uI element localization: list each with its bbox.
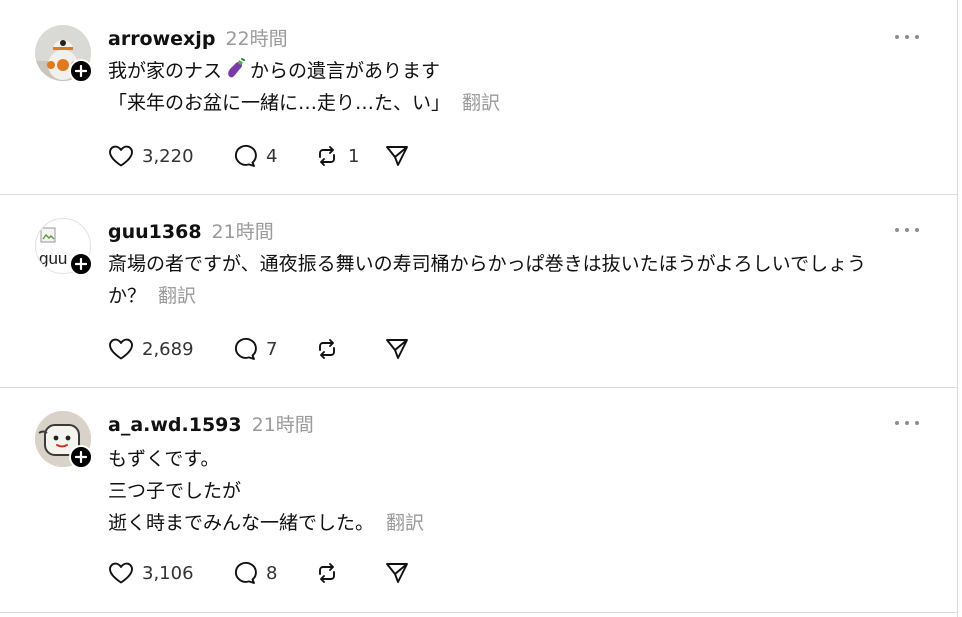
post-line: 斎場の者ですが、通夜振る舞いの寿司桶からかっぱ巻きは抜いたほうがよろしいでしょう <box>108 253 867 275</box>
more-options-button[interactable] <box>895 417 919 429</box>
follow-button[interactable] <box>69 59 93 83</box>
like-button[interactable]: 3,106 <box>108 561 232 585</box>
plus-icon <box>75 65 87 77</box>
reply-count: 7 <box>266 338 278 360</box>
more-dot <box>905 421 909 425</box>
repost-icon <box>319 146 335 166</box>
repost-icon <box>319 339 335 359</box>
repost-count: 1 <box>348 145 360 167</box>
repost-button[interactable]: 1 <box>314 144 384 168</box>
repost-button[interactable] <box>314 561 384 585</box>
action-bar: 3,220 4 1 <box>108 143 410 169</box>
post-line: 逝く時までみんな一緒でした。 翻訳 <box>108 507 424 539</box>
paper-plane-icon <box>386 146 408 166</box>
repost-button[interactable] <box>314 337 384 361</box>
avatar-container[interactable] <box>35 411 93 469</box>
like-count: 2,689 <box>142 338 194 360</box>
reply-button[interactable]: 8 <box>232 561 314 585</box>
username[interactable]: a_a.wd.1593 <box>108 414 242 436</box>
post-text: 我が家のナス からの遺言があります 「来年のお盆に一緒に…走り…た、い」 翻訳 <box>108 55 500 119</box>
like-button[interactable]: 3,220 <box>108 144 232 168</box>
broken-image-icon <box>40 227 56 243</box>
post-text: 斎場の者ですが、通夜振る舞いの寿司桶からかっぱ巻きは抜いたほうがよろしいでしょう… <box>108 248 866 312</box>
speech-bubble-icon <box>234 144 257 167</box>
post-header: arrowexjp 22時間 <box>108 24 288 51</box>
post-header: guu1368 21時間 <box>108 217 274 244</box>
more-horizontal-icon <box>895 421 899 425</box>
translate-link[interactable]: 翻訳 <box>158 285 196 307</box>
timestamp[interactable]: 21時間 <box>212 217 274 244</box>
speech-bubble-icon <box>234 561 257 584</box>
paper-plane-icon <box>386 339 408 359</box>
translate-link[interactable]: 翻訳 <box>462 92 500 114</box>
post-line-text: 我が家のナス <box>108 60 223 82</box>
reply-count: 4 <box>266 145 278 167</box>
post: a_a.wd.1593 21時間 もずくです。 三つ子でしたが 逝く時までみんな… <box>0 388 958 612</box>
eggplant-icon <box>228 58 246 78</box>
like-count: 3,220 <box>142 145 194 167</box>
like-button[interactable]: 2,689 <box>108 337 232 361</box>
timestamp[interactable]: 22時間 <box>225 24 287 51</box>
translate-link[interactable]: 翻訳 <box>386 512 424 534</box>
reply-button[interactable]: 7 <box>232 337 314 361</box>
paper-plane-icon <box>386 563 408 583</box>
more-dot <box>915 35 919 39</box>
more-options-button[interactable] <box>895 31 919 43</box>
more-dot <box>905 228 909 232</box>
share-button[interactable] <box>384 337 410 361</box>
heart-icon <box>109 338 133 360</box>
avatar-container[interactable] <box>35 25 93 83</box>
more-dot <box>915 228 919 232</box>
post: arrowexjp 22時間 我が家のナス からの遺言があります 「来年のお盆に一… <box>0 0 958 194</box>
repost-icon <box>319 563 335 583</box>
heart-icon <box>109 145 133 167</box>
post-text: もずくです。 三つ子でしたが 逝く時までみんな一緒でした。 翻訳 <box>108 443 424 539</box>
username[interactable]: guu1368 <box>108 221 202 243</box>
heart-icon <box>109 562 133 584</box>
timestamp[interactable]: 21時間 <box>252 410 314 437</box>
plus-icon <box>75 258 87 270</box>
post-line-text: 「来年のお盆に一緒に…走り…た、い」 <box>108 92 451 114</box>
avatar-alt-text: guu <box>39 249 68 268</box>
avatar-container[interactable]: guu <box>35 218 93 276</box>
reply-count: 8 <box>266 562 278 584</box>
action-bar: 2,689 7 <box>108 336 410 362</box>
post-line-text: か？ <box>108 285 147 307</box>
post-line: もずくです。 <box>108 448 220 470</box>
reply-button[interactable]: 4 <box>232 144 314 168</box>
more-dot <box>915 421 919 425</box>
share-button[interactable] <box>384 144 410 168</box>
post-line: 我が家のナス からの遺言があります <box>108 55 500 87</box>
more-dot <box>905 35 909 39</box>
post-header: a_a.wd.1593 21時間 <box>108 410 314 437</box>
more-horizontal-icon <box>895 228 899 232</box>
action-bar: 3,106 8 <box>108 560 410 586</box>
post-line: 「来年のお盆に一緒に…走り…た、い」 翻訳 <box>108 87 500 119</box>
post-line-text: からの遺言があります <box>250 60 441 82</box>
speech-bubble-icon <box>234 337 257 360</box>
like-count: 3,106 <box>142 562 194 584</box>
more-horizontal-icon <box>895 35 899 39</box>
plus-icon <box>75 451 87 463</box>
divider <box>0 612 958 613</box>
post: guu guu1368 21時間 斎場の者ですが、通夜振る舞いの寿司桶からかっぱ… <box>0 195 958 387</box>
follow-button[interactable] <box>69 252 93 276</box>
follow-button[interactable] <box>69 445 93 469</box>
share-button[interactable] <box>384 561 410 585</box>
post-line: 三つ子でしたが <box>108 480 242 502</box>
username[interactable]: arrowexjp <box>108 28 215 50</box>
post-line-text: 逝く時までみんな一緒でした。 <box>108 512 375 534</box>
post-line: か？ 翻訳 <box>108 280 866 312</box>
more-options-button[interactable] <box>895 224 919 236</box>
